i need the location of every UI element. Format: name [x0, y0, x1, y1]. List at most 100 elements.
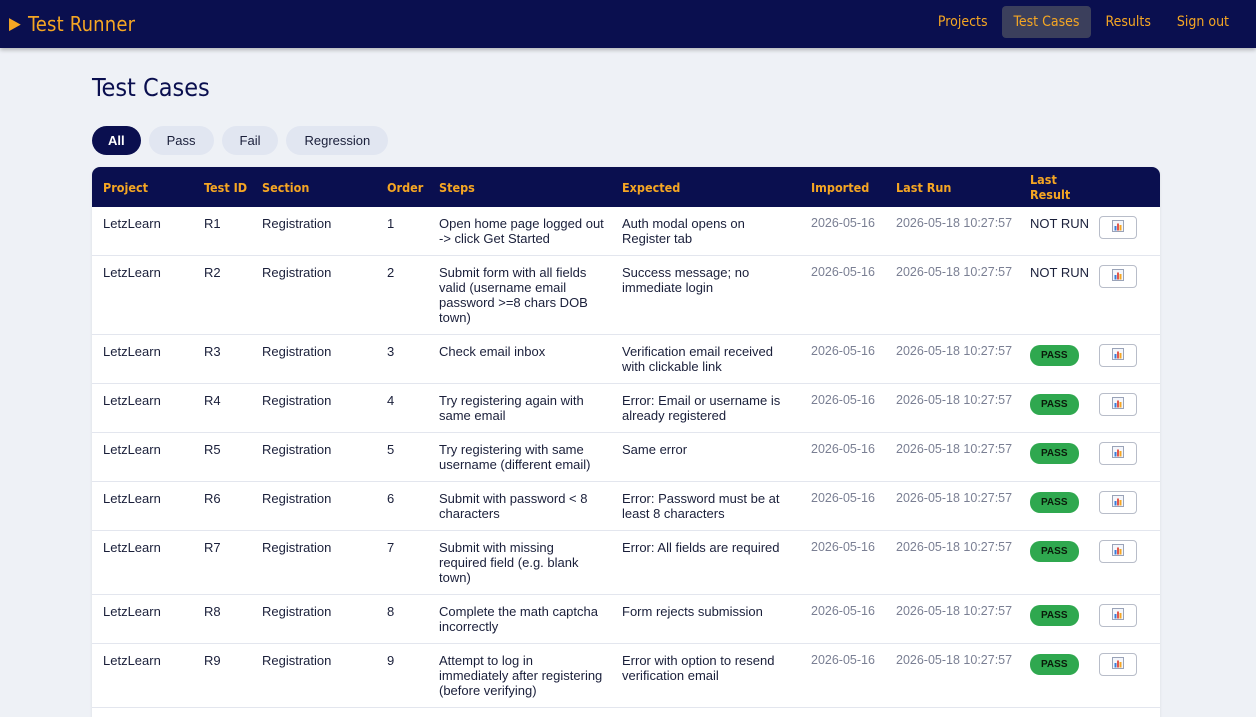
col-header-expected[interactable]: Expected: [611, 167, 800, 207]
cell-order: 2: [376, 255, 428, 335]
cell-section: Registration: [251, 643, 376, 708]
cell-project: LetzLearn: [92, 481, 193, 531]
cell-project: LetzLearn: [92, 643, 193, 708]
view-history-button[interactable]: [1099, 393, 1137, 416]
cell-section: Registration: [251, 530, 376, 595]
cell-imported: 2026-05-16: [800, 530, 885, 595]
table: Project Test ID Section Order Steps Expe…: [92, 167, 1160, 708]
cell-order: 1: [376, 207, 428, 256]
cell-last-result: PASS: [1019, 383, 1099, 433]
bar-chart-icon: [1112, 220, 1124, 235]
nav-projects[interactable]: Projects: [926, 6, 1000, 38]
filter-pills: All Pass Fail Regression: [92, 126, 389, 155]
cell-section: Registration: [251, 594, 376, 644]
cell-last-run: 2026-05-18 10:27:57: [885, 334, 1019, 384]
col-header-order[interactable]: Order: [376, 167, 428, 207]
cell-actions: [1099, 334, 1160, 384]
brand-logo[interactable]: ▶ Test Runner: [9, 8, 135, 40]
filter-pass[interactable]: Pass: [148, 126, 214, 155]
table-row: LetzLearn R6 Registration 6 Submit with pass…: [92, 481, 1160, 531]
cell-project: LetzLearn: [92, 594, 193, 644]
cell-expected: Error with option to resend verification…: [611, 643, 800, 708]
bar-chart-icon: [1112, 544, 1124, 559]
cell-actions: [1099, 207, 1160, 256]
cell-section: Registration: [251, 432, 376, 482]
cell-last-result: PASS: [1019, 334, 1099, 384]
status-text: NOT RUN: [1030, 265, 1089, 280]
cell-last-run: 2026-05-18 10:27:57: [885, 530, 1019, 595]
bar-chart-icon: [1112, 446, 1124, 461]
view-history-button[interactable]: [1099, 265, 1137, 288]
bar-chart-icon: [1112, 608, 1124, 623]
cell-project: LetzLearn: [92, 207, 193, 256]
cell-steps: Try registering with same username (diff…: [428, 432, 611, 482]
app-title: Test Runner: [27, 12, 136, 36]
filter-regression[interactable]: Regression: [286, 126, 389, 155]
cell-last-result: PASS: [1019, 481, 1099, 531]
col-header-last-run[interactable]: Last Run: [885, 167, 1019, 207]
cell-test-id: R2: [193, 255, 251, 335]
cell-imported: 2026-05-16: [800, 255, 885, 335]
table-header-row: Project Test ID Section Order Steps Expe…: [92, 167, 1160, 207]
col-header-project[interactable]: Project: [92, 167, 193, 207]
status-badge: PASS: [1030, 654, 1079, 675]
table-row: LetzLearn R5 Registration 5 Try registering …: [92, 432, 1160, 482]
cell-expected: Verification email received with clickab…: [611, 334, 800, 384]
cell-order: 8: [376, 594, 428, 644]
view-history-button[interactable]: [1099, 604, 1137, 627]
cell-expected: Error: Email or username is already regi…: [611, 383, 800, 433]
cell-last-run: 2026-05-18 10:27:57: [885, 643, 1019, 708]
col-header-section[interactable]: Section: [251, 167, 376, 207]
bar-chart-icon: [1112, 495, 1124, 510]
cell-project: LetzLearn: [92, 432, 193, 482]
cell-order: 5: [376, 432, 428, 482]
cell-steps: Open home page logged out -> click Get S…: [428, 207, 611, 256]
status-badge: PASS: [1030, 345, 1079, 366]
top-navbar: ▶ Test Runner Projects Test Cases Result…: [0, 0, 1256, 48]
cell-test-id: R9: [193, 643, 251, 708]
cell-imported: 2026-05-16: [800, 207, 885, 256]
cell-section: Registration: [251, 207, 376, 256]
cell-expected: Form rejects submission: [611, 594, 800, 644]
cell-test-id: R3: [193, 334, 251, 384]
view-history-button[interactable]: [1099, 540, 1137, 563]
view-history-button[interactable]: [1099, 653, 1137, 676]
cell-actions: [1099, 481, 1160, 531]
cell-imported: 2026-05-16: [800, 643, 885, 708]
nav-results[interactable]: Results: [1093, 6, 1162, 38]
table-row: LetzLearn R4 Registration 4 Try registering …: [92, 383, 1160, 433]
cell-last-run: 2026-05-18 10:27:57: [885, 255, 1019, 335]
cell-last-run: 2026-05-18 10:27:57: [885, 481, 1019, 531]
cell-order: 6: [376, 481, 428, 531]
cell-order: 4: [376, 383, 428, 433]
cell-last-result: NOT RUN: [1019, 255, 1099, 335]
cell-actions: [1099, 530, 1160, 595]
col-header-last-result[interactable]: Last Result: [1019, 167, 1099, 207]
table-row: LetzLearn R2 Registration 2 Submit form with…: [92, 255, 1160, 335]
cell-test-id: R1: [193, 207, 251, 256]
nav-sign-out[interactable]: Sign out: [1165, 6, 1241, 38]
col-header-steps[interactable]: Steps: [428, 167, 611, 207]
cell-last-run: 2026-05-18 10:27:57: [885, 207, 1019, 256]
col-header-test-id[interactable]: Test ID: [193, 167, 251, 207]
filter-fail[interactable]: Fail: [221, 126, 279, 155]
view-history-button[interactable]: [1099, 442, 1137, 465]
cell-test-id: R7: [193, 530, 251, 595]
view-history-button[interactable]: [1099, 491, 1137, 514]
col-header-imported[interactable]: Imported: [800, 167, 885, 207]
cell-actions: [1099, 383, 1160, 433]
main-nav: Projects Test Cases Results Sign out: [926, 6, 1241, 38]
view-history-button[interactable]: [1099, 216, 1137, 239]
cell-imported: 2026-05-16: [800, 334, 885, 384]
view-history-button[interactable]: [1099, 344, 1137, 367]
page-title: Test Cases: [92, 73, 210, 102]
play-icon: ▶: [9, 14, 21, 34]
status-badge: PASS: [1030, 605, 1079, 626]
cell-order: 3: [376, 334, 428, 384]
filter-all[interactable]: All: [92, 126, 141, 155]
cell-expected: Same error: [611, 432, 800, 482]
test-cases-table: Project Test ID Section Order Steps Expe…: [92, 167, 1160, 717]
cell-imported: 2026-05-16: [800, 383, 885, 433]
nav-test-cases[interactable]: Test Cases: [1001, 6, 1092, 38]
cell-section: Registration: [251, 383, 376, 433]
